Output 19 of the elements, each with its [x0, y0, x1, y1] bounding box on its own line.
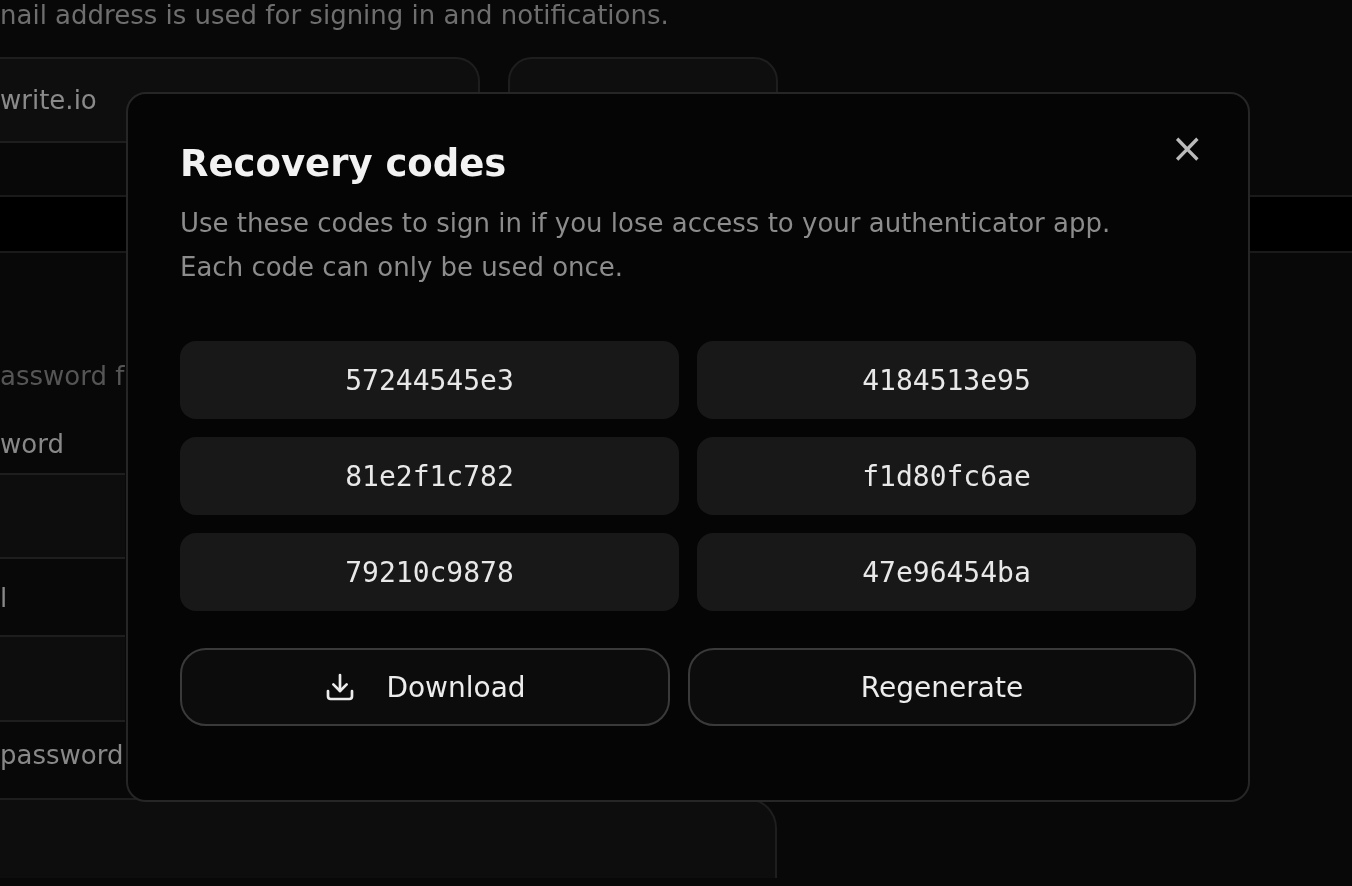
email-hint: nail address is used for signing in and notifications. [0, 0, 670, 32]
download-button[interactable]: Download [180, 648, 670, 726]
password-field[interactable] [0, 635, 125, 722]
recovery-code: 57244545e3 [180, 341, 679, 419]
password-field[interactable] [0, 473, 125, 559]
field-label: l [0, 582, 9, 615]
recovery-code: f1d80fc6ae [697, 437, 1196, 515]
field-label: password [0, 739, 125, 772]
regenerate-button[interactable]: Regenerate [688, 648, 1196, 726]
recovery-code: 47e96454ba [697, 533, 1196, 611]
dialog-title: Recovery codes [180, 142, 507, 185]
password-field[interactable] [0, 798, 777, 878]
recovery-code: 79210c9878 [180, 533, 679, 611]
recovery-code: 81e2f1c782 [180, 437, 679, 515]
recovery-code: 4184513e95 [697, 341, 1196, 419]
field-label: word [0, 428, 65, 461]
close-button[interactable]: × [1164, 128, 1210, 168]
password-hint: assword f [0, 360, 125, 393]
dialog-description: Use these codes to sign in if you lose access to your authenticator app. Each code can only be used once. [180, 207, 1112, 284]
